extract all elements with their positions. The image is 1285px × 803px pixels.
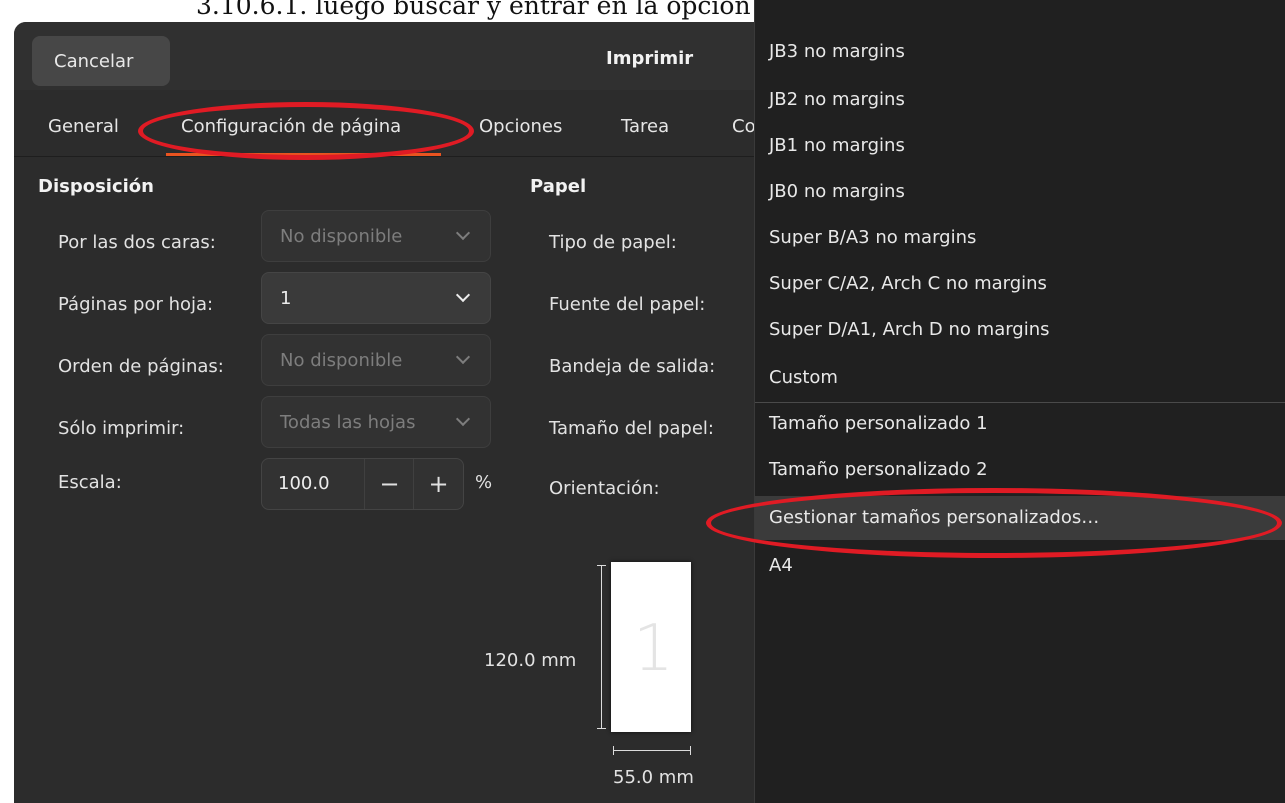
page-order-value: No disponible bbox=[280, 349, 403, 371]
menu-item-a4[interactable]: A4 bbox=[755, 544, 1285, 588]
preview-width-label: 55.0 mm bbox=[613, 767, 694, 788]
tab-general[interactable]: General bbox=[48, 116, 119, 137]
scale-value[interactable]: 100.0 bbox=[278, 473, 330, 494]
menu-item-jb1-no-margins[interactable]: JB1 no margins bbox=[755, 124, 1285, 168]
width-dimension-tick bbox=[613, 746, 614, 755]
layout-section-title: Disposición bbox=[38, 176, 154, 197]
menu-item-custom[interactable]: Custom bbox=[755, 356, 1285, 400]
orientation-label: Orientación: bbox=[549, 478, 660, 499]
menu-item-jb2-no-margins[interactable]: JB2 no margins bbox=[755, 78, 1285, 122]
height-dimension-line bbox=[601, 565, 602, 729]
pages-per-sheet-label: Páginas por hoja: bbox=[58, 294, 214, 315]
duplex-select-value: No disponible bbox=[280, 225, 403, 247]
preview-page-number: 1 bbox=[633, 612, 674, 686]
tab-color[interactable]: Co bbox=[732, 116, 756, 137]
pages-per-sheet-value: 1 bbox=[280, 287, 292, 309]
scale-unit: % bbox=[475, 472, 493, 493]
page-order-label: Orden de páginas: bbox=[58, 356, 224, 377]
tab-page-setup[interactable]: Configuración de página bbox=[181, 116, 401, 137]
output-tray-label: Bandeja de salida: bbox=[549, 356, 716, 377]
paper-size-label: Tamaño del papel: bbox=[549, 418, 714, 439]
page-order-select: No disponible bbox=[261, 334, 491, 386]
menu-item-jb3-no-margins[interactable]: JB3 no margins bbox=[755, 30, 1285, 74]
preview-height-label: 120.0 mm bbox=[484, 650, 577, 671]
menu-item-super-c-a2[interactable]: Super C/A2, Arch C no margins bbox=[755, 262, 1285, 306]
chevron-down-icon bbox=[455, 411, 471, 427]
width-dimension-line bbox=[613, 750, 691, 751]
scale-increment-button[interactable]: + bbox=[413, 459, 463, 509]
height-dimension-tick bbox=[597, 728, 606, 729]
dialog-title: Imprimir bbox=[606, 48, 694, 69]
tab-job[interactable]: Tarea bbox=[621, 116, 669, 137]
menu-item-jb0-no-margins[interactable]: JB0 no margins bbox=[755, 170, 1285, 214]
tab-options[interactable]: Opciones bbox=[479, 116, 562, 137]
menu-item-manage-custom-sizes[interactable]: Gestionar tamaños personalizados… bbox=[755, 496, 1285, 540]
scale-decrement-button[interactable]: − bbox=[364, 459, 414, 509]
cancel-button[interactable]: Cancelar bbox=[32, 36, 170, 86]
only-print-label: Sólo imprimir: bbox=[58, 418, 185, 439]
menu-item-custom-size-2[interactable]: Tamaño personalizado 2 bbox=[755, 448, 1285, 492]
only-print-select: Todas las hojas bbox=[261, 396, 491, 448]
only-print-value: Todas las hojas bbox=[280, 411, 416, 433]
duplex-label: Por las dos caras: bbox=[58, 232, 216, 253]
duplex-select: No disponible bbox=[261, 210, 491, 262]
chevron-down-icon bbox=[455, 225, 471, 241]
menu-item-super-d-a1[interactable]: Super D/A1, Arch D no margins bbox=[755, 308, 1285, 352]
cancel-button-label: Cancelar bbox=[54, 50, 134, 72]
menu-item-custom-size-1[interactable]: Tamaño personalizado 1 bbox=[755, 402, 1285, 446]
width-dimension-tick bbox=[690, 746, 691, 755]
paper-size-dropdown[interactable]: JB3 no margins JB2 no margins JB1 no mar… bbox=[754, 0, 1285, 803]
scale-spinbutton[interactable]: 100.0 − + bbox=[261, 458, 464, 510]
height-dimension-tick bbox=[597, 565, 606, 566]
paper-source-label: Fuente del papel: bbox=[549, 294, 706, 315]
paper-type-label: Tipo de papel: bbox=[549, 232, 677, 253]
paper-section-title: Papel bbox=[530, 176, 587, 197]
chevron-down-icon bbox=[455, 349, 471, 365]
chevron-down-icon bbox=[455, 287, 471, 303]
pages-per-sheet-select[interactable]: 1 bbox=[261, 272, 491, 324]
menu-item-super-b-a3[interactable]: Super B/A3 no margins bbox=[755, 216, 1285, 260]
scale-label: Escala: bbox=[58, 472, 122, 493]
